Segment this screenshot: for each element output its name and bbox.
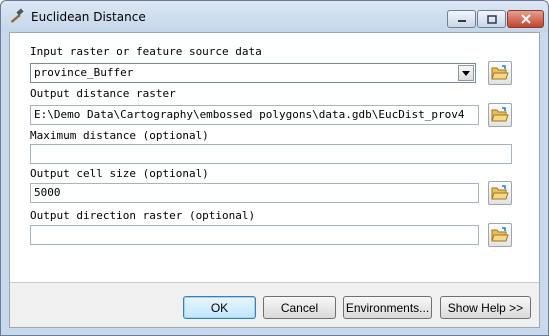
output-distance-browse-button[interactable] bbox=[488, 103, 512, 127]
cell-size-browse-button[interactable] bbox=[488, 181, 512, 205]
input-raster-label: Input raster or feature source data bbox=[30, 45, 262, 58]
cell-size-value: 5000 bbox=[34, 186, 61, 199]
cell-size-label: Output cell size (optional) bbox=[30, 167, 209, 180]
close-button[interactable] bbox=[507, 10, 544, 28]
maximize-button[interactable] bbox=[477, 10, 506, 28]
environments-button[interactable]: Environments... bbox=[343, 296, 432, 319]
folder-open-icon bbox=[491, 107, 509, 122]
folder-open-icon bbox=[491, 227, 509, 242]
title-bar[interactable]: Euclidean Distance bbox=[1, 1, 548, 32]
cell-size-input[interactable]: 5000 bbox=[30, 183, 479, 203]
output-distance-value: E:\Demo Data\Cartography\embossed polygo… bbox=[34, 108, 465, 121]
dialog-client-area: Input raster or feature source data prov… bbox=[9, 32, 540, 328]
direction-raster-label: Output direction raster (optional) bbox=[30, 209, 256, 222]
minimize-button[interactable] bbox=[447, 10, 476, 28]
input-raster-browse-button[interactable] bbox=[488, 61, 512, 85]
chevron-down-icon bbox=[462, 70, 470, 76]
close-icon bbox=[520, 14, 531, 24]
euclidean-distance-dialog: Euclidean Distance Input raster or featu… bbox=[0, 0, 549, 336]
input-raster-value: province_Buffer bbox=[34, 66, 134, 79]
output-distance-input[interactable]: E:\Demo Data\Cartography\embossed polygo… bbox=[30, 105, 479, 125]
output-distance-label: Output distance raster bbox=[30, 87, 176, 100]
show-help-button[interactable]: Show Help >> bbox=[440, 296, 531, 319]
direction-raster-browse-button[interactable] bbox=[488, 223, 512, 247]
minimize-icon bbox=[457, 20, 466, 22]
dropdown-button[interactable] bbox=[458, 65, 474, 81]
folder-open-icon bbox=[491, 185, 509, 200]
ok-button[interactable]: OK bbox=[183, 296, 256, 319]
input-raster-combobox[interactable]: province_Buffer bbox=[30, 63, 476, 83]
direction-raster-input[interactable] bbox=[30, 225, 479, 245]
folder-open-icon bbox=[491, 65, 509, 80]
max-distance-input[interactable] bbox=[30, 144, 512, 164]
hammer-tool-icon bbox=[10, 8, 24, 23]
window-title: Euclidean Distance bbox=[31, 10, 146, 24]
max-distance-label: Maximum distance (optional) bbox=[30, 129, 209, 142]
maximize-icon bbox=[486, 14, 497, 24]
parameters-panel: Input raster or feature source data prov… bbox=[10, 33, 539, 283]
cancel-button[interactable]: Cancel bbox=[263, 296, 336, 319]
